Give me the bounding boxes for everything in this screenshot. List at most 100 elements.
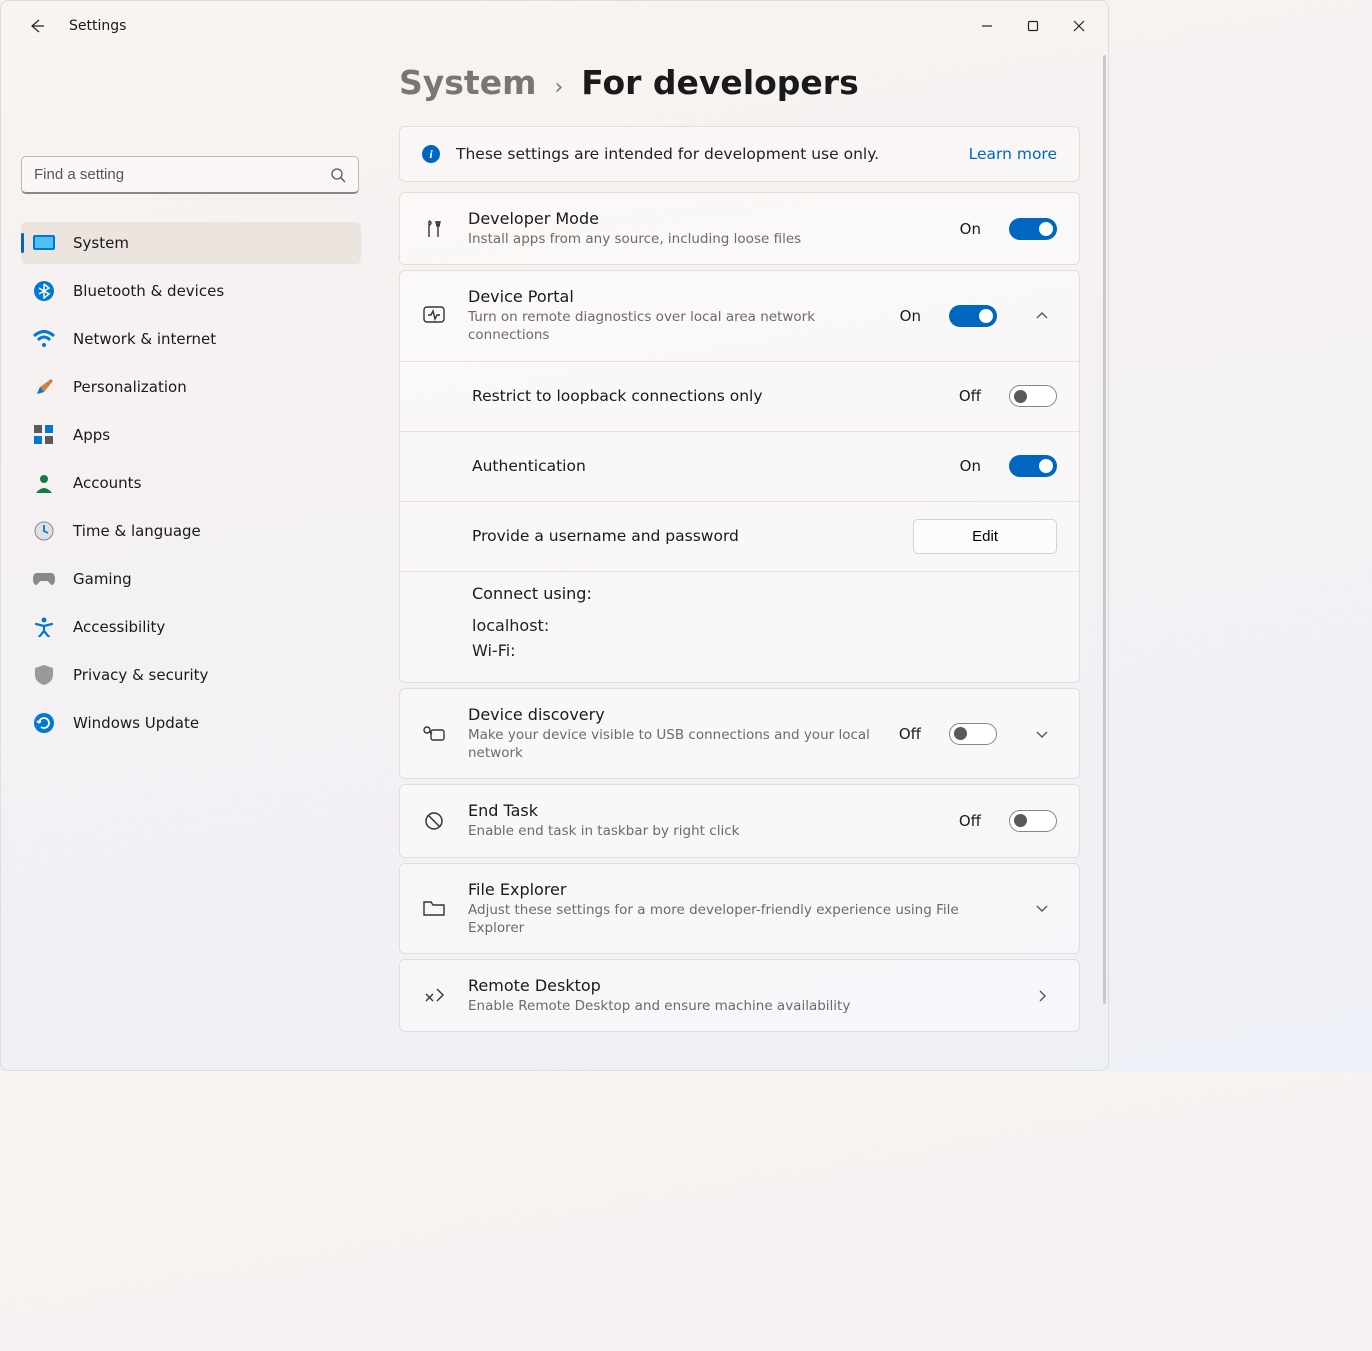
close-button[interactable] — [1056, 10, 1102, 42]
apps-icon — [33, 424, 55, 446]
connect-using-block: Connect using: localhost: Wi-Fi: — [400, 571, 1079, 682]
nav-apps[interactable]: Apps — [21, 414, 361, 456]
person-icon — [33, 472, 55, 494]
sidebar: System Bluetooth & devices Network & int… — [1, 51, 381, 1070]
row-title: Remote Desktop — [468, 976, 997, 995]
row-subtitle: Adjust these settings for a more develop… — [468, 901, 997, 937]
nav-accessibility[interactable]: Accessibility — [21, 606, 361, 648]
update-icon — [33, 712, 55, 734]
row-device-discovery[interactable]: Device discovery Make your device visibl… — [400, 689, 1079, 778]
collapse-button[interactable] — [1027, 309, 1057, 323]
row-file-explorer[interactable]: File Explorer Adjust these settings for … — [400, 864, 1079, 953]
info-icon: i — [422, 145, 440, 163]
nav-privacy[interactable]: Privacy & security — [21, 654, 361, 696]
app-title: Settings — [69, 18, 126, 34]
row-end-task[interactable]: End Task Enable end task in taskbar by r… — [400, 785, 1079, 856]
nav-label: System — [73, 234, 129, 252]
row-title: Restrict to loopback connections only — [472, 387, 937, 405]
info-banner: i These settings are intended for develo… — [399, 126, 1080, 182]
toggle-state: Off — [959, 812, 981, 830]
connect-wifi: Wi-Fi: — [472, 638, 1057, 664]
row-subtitle: Turn on remote diagnostics over local ar… — [468, 308, 878, 344]
row-subtitle: Enable Remote Desktop and ensure machine… — [468, 997, 997, 1015]
nav-label: Accounts — [73, 474, 141, 492]
row-title: Authentication — [472, 457, 938, 475]
search-icon — [330, 167, 346, 183]
nav-label: Privacy & security — [73, 666, 208, 684]
row-subtitle: Enable end task in taskbar by right clic… — [468, 822, 937, 840]
toggle-state: On — [900, 307, 921, 325]
row-title: Device Portal — [468, 287, 878, 306]
learn-more-link[interactable]: Learn more — [969, 145, 1057, 163]
row-subtitle: Make your device visible to USB connecti… — [468, 726, 877, 762]
gamepad-icon — [33, 568, 55, 590]
nav-label: Network & internet — [73, 330, 216, 348]
prohibit-icon — [422, 811, 446, 831]
remote-icon — [422, 986, 446, 1006]
scrollbar[interactable] — [1103, 55, 1106, 1004]
nav-label: Time & language — [73, 522, 201, 540]
toggle-state: On — [960, 220, 981, 238]
shield-icon — [33, 664, 55, 686]
banner-text: These settings are intended for developm… — [456, 145, 879, 163]
search-input[interactable] — [34, 166, 330, 183]
nav-update[interactable]: Windows Update — [21, 702, 361, 744]
breadcrumb: System › For developers — [399, 63, 1080, 102]
nav-time-language[interactable]: Time & language — [21, 510, 361, 552]
row-credentials: Provide a username and password Edit — [400, 501, 1079, 571]
folder-icon — [422, 899, 446, 917]
nav-bluetooth[interactable]: Bluetooth & devices — [21, 270, 361, 312]
toggle-loopback[interactable] — [1009, 385, 1057, 407]
nav-label: Windows Update — [73, 714, 199, 732]
bluetooth-icon — [33, 280, 55, 302]
toggle-authentication[interactable] — [1009, 455, 1057, 477]
row-title: Provide a username and password — [472, 527, 891, 545]
nav-personalization[interactable]: Personalization — [21, 366, 361, 408]
search-box[interactable] — [21, 156, 359, 194]
row-remote-desktop[interactable]: Remote Desktop Enable Remote Desktop and… — [400, 960, 1079, 1031]
back-button[interactable] — [23, 12, 51, 40]
row-subtitle: Install apps from any source, including … — [468, 230, 938, 248]
toggle-device-discovery[interactable] — [949, 723, 997, 745]
toggle-state: On — [960, 457, 981, 475]
discovery-icon — [422, 724, 446, 744]
toggle-end-task[interactable] — [1009, 810, 1057, 832]
expand-button[interactable] — [1027, 727, 1057, 741]
monitor-pulse-icon — [422, 306, 446, 326]
row-title: Device discovery — [468, 705, 877, 724]
toggle-device-portal[interactable] — [949, 305, 997, 327]
row-title: End Task — [468, 801, 937, 820]
row-developer-mode[interactable]: Developer Mode Install apps from any sou… — [400, 193, 1079, 264]
row-loopback[interactable]: Restrict to loopback connections only Of… — [400, 361, 1079, 431]
page-title: For developers — [581, 63, 858, 102]
connect-localhost: localhost: — [472, 613, 1057, 639]
toggle-state: Off — [899, 725, 921, 743]
row-title: Developer Mode — [468, 209, 938, 228]
tools-icon — [422, 218, 446, 240]
nav-gaming[interactable]: Gaming — [21, 558, 361, 600]
maximize-button[interactable] — [1010, 10, 1056, 42]
breadcrumb-parent[interactable]: System — [399, 63, 536, 102]
edit-credentials-button[interactable]: Edit — [913, 519, 1057, 554]
titlebar: Settings — [1, 1, 1108, 51]
nav-accounts[interactable]: Accounts — [21, 462, 361, 504]
row-title: File Explorer — [468, 880, 997, 899]
display-icon — [33, 232, 55, 254]
nav-network[interactable]: Network & internet — [21, 318, 361, 360]
minimize-button[interactable] — [964, 10, 1010, 42]
navigate-button[interactable] — [1027, 989, 1057, 1003]
nav-label: Accessibility — [73, 618, 165, 636]
expand-button[interactable] — [1027, 901, 1057, 915]
row-device-portal[interactable]: Device Portal Turn on remote diagnostics… — [400, 271, 1079, 360]
row-authentication[interactable]: Authentication On — [400, 431, 1079, 501]
toggle-developer-mode[interactable] — [1009, 218, 1057, 240]
main-content: System › For developers i These settings… — [381, 51, 1108, 1070]
breadcrumb-sep: › — [554, 75, 563, 100]
nav-system[interactable]: System — [21, 222, 361, 264]
nav-label: Apps — [73, 426, 110, 444]
accessibility-icon — [33, 616, 55, 638]
wifi-icon — [33, 328, 55, 350]
nav-label: Bluetooth & devices — [73, 282, 224, 300]
clock-globe-icon — [33, 520, 55, 542]
nav-label: Gaming — [73, 570, 132, 588]
